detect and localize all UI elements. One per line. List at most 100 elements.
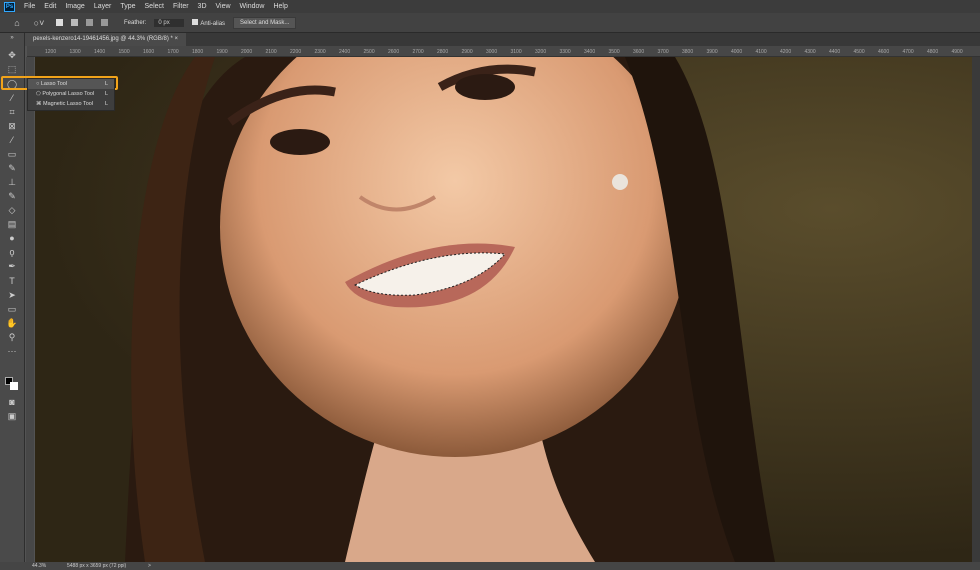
ruler-tick: 3900 [706, 49, 718, 55]
menu-layer[interactable]: Layer [94, 3, 112, 10]
ruler-tick: 3100 [510, 49, 522, 55]
ruler-tick: 2800 [437, 49, 449, 55]
ruler-tick: 2200 [290, 49, 302, 55]
intersect-selection-icon[interactable] [101, 19, 108, 26]
lasso-preset-icon[interactable]: ○˅ [30, 18, 48, 28]
ruler-tick: 4000 [731, 49, 743, 55]
flyout-label: Polygonal Lasso Tool [42, 91, 95, 97]
quick-mask-icon[interactable]: ◙ [6, 397, 18, 407]
hand-tool-icon[interactable]: ✋ [6, 318, 18, 328]
ruler-tick: 4900 [951, 49, 963, 55]
more-tools-icon[interactable]: ··· [6, 346, 18, 356]
flyout-magnetic-lasso-tool[interactable]: ⌘ Magnetic Lasso Tool L [28, 99, 114, 109]
ruler-tick: 3500 [608, 49, 620, 55]
tab-bar: pexels-kenzero14-19461456.jpg @ 44.3% (R… [0, 33, 980, 46]
healing-brush-icon[interactable]: ▭ [6, 149, 18, 159]
collapse-icon[interactable]: » [6, 33, 18, 43]
path-selection-icon[interactable]: ➤ [6, 290, 18, 300]
document-tab-label: pexels-kenzero14-19461456.jpg @ 44.3% (R… [33, 36, 173, 42]
ruler-tick: 3000 [486, 49, 498, 55]
menu-file[interactable]: File [24, 3, 35, 10]
flyout-label: Lasso Tool [40, 81, 68, 87]
portrait-photo [125, 57, 775, 562]
ruler-tick: 3200 [535, 49, 547, 55]
brush-tool-icon[interactable]: ✎ [6, 163, 18, 173]
marquee-tool-icon[interactable]: ⬚ [6, 64, 18, 74]
feather-input[interactable]: 0 px [154, 18, 185, 27]
subtract-selection-icon[interactable] [86, 19, 93, 26]
eraser-icon[interactable]: ◇ [6, 205, 18, 215]
pen-tool-icon[interactable]: ✒ [6, 261, 18, 271]
ruler-tick: 2500 [363, 49, 375, 55]
move-tool-icon[interactable]: ✥ [6, 50, 18, 60]
ruler-tick: 1800 [192, 49, 204, 55]
zoom-level[interactable]: 44.3% [32, 563, 46, 569]
magic-wand-icon[interactable]: ⁄ [6, 93, 18, 103]
ruler-tick: 4800 [927, 49, 939, 55]
options-bar: ⌂ ○˅ Feather: 0 px Anti-alias Select and… [0, 13, 980, 33]
rectangle-tool-icon[interactable]: ▭ [6, 304, 18, 314]
menu-filter[interactable]: Filter [173, 3, 189, 10]
ruler-tick: 4100 [755, 49, 767, 55]
antialias-checkbox[interactable]: Anti-alias [192, 18, 226, 27]
shortcut-key: L [104, 101, 108, 107]
eyedropper-icon[interactable]: ⁄ [6, 135, 18, 145]
ruler-tick: 4400 [829, 49, 841, 55]
menu-edit[interactable]: Edit [44, 3, 56, 10]
antialias-label: Anti-alias [200, 20, 226, 27]
close-tab-icon[interactable]: × [175, 36, 179, 42]
menu-type[interactable]: Type [120, 3, 135, 10]
ruler-tick: 1300 [69, 49, 81, 55]
image-canvas[interactable] [35, 57, 972, 562]
type-tool-icon[interactable]: T [6, 276, 18, 286]
ruler-tick: 2100 [265, 49, 277, 55]
flyout-label: Magnetic Lasso Tool [43, 101, 94, 107]
checkbox-icon [192, 18, 199, 25]
blur-icon[interactable]: ● [6, 233, 18, 243]
dodge-icon[interactable]: ϙ [6, 247, 18, 257]
zoom-tool-icon[interactable]: ⚲ [6, 332, 18, 342]
menu-3d[interactable]: 3D [198, 3, 207, 10]
add-selection-icon[interactable] [71, 19, 78, 26]
ruler-tick: 1400 [94, 49, 106, 55]
ruler-tick: 3300 [559, 49, 571, 55]
background-color-swatch[interactable] [10, 382, 18, 390]
history-brush-icon[interactable]: ✎ [6, 191, 18, 201]
vertical-scrollbar[interactable] [972, 57, 980, 562]
ruler-tick: 4600 [878, 49, 890, 55]
select-and-mask-button[interactable]: Select and Mask... [233, 16, 297, 29]
flyout-polygonal-lasso-tool[interactable]: ⬠ Polygonal Lasso Tool L [28, 89, 114, 99]
screen-mode-icon[interactable]: ▣ [6, 411, 18, 421]
menu-bar: Ps File Edit Image Layer Type Select Fil… [0, 0, 980, 13]
photoshop-logo: Ps [4, 1, 15, 12]
menu-window[interactable]: Window [240, 3, 265, 10]
magnetic-lasso-icon: ⌘ [36, 101, 44, 107]
feather-label: Feather: [124, 19, 147, 26]
crop-tool-icon[interactable]: ⌗ [6, 107, 18, 117]
gradient-icon[interactable]: ▤ [6, 219, 18, 229]
status-menu-arrow[interactable]: > [148, 563, 151, 569]
stamp-tool-icon[interactable]: ⊥ [6, 177, 18, 187]
ruler-tick: 3600 [633, 49, 645, 55]
horizontal-ruler: 1200 1300 1400 1500 1600 1700 1800 1900 2000 2100… [27, 46, 980, 57]
new-selection-icon[interactable] [56, 19, 63, 26]
menu-image[interactable]: Image [65, 3, 84, 10]
ruler-tick: 1600 [143, 49, 155, 55]
document-tab[interactable]: pexels-kenzero14-19461456.jpg @ 44.3% (R… [25, 33, 187, 46]
menu-view[interactable]: View [216, 3, 231, 10]
home-icon[interactable]: ⌂ [12, 18, 22, 28]
ruler-tick: 4700 [902, 49, 914, 55]
ruler-tick: 2700 [412, 49, 424, 55]
ruler-tick: 1900 [216, 49, 228, 55]
ruler-tick: 2000 [241, 49, 253, 55]
vertical-ruler [26, 57, 34, 562]
ruler-tick: 4300 [804, 49, 816, 55]
flyout-lasso-tool[interactable]: ○ Lasso Tool L [28, 79, 114, 89]
ruler-tick: 2600 [388, 49, 400, 55]
shortcut-key: L [104, 81, 108, 87]
ruler-tick: 3800 [682, 49, 694, 55]
menu-select[interactable]: Select [145, 3, 164, 10]
menu-help[interactable]: Help [273, 3, 287, 10]
frame-tool-icon[interactable]: ⊠ [6, 121, 18, 131]
shortcut-key: L [104, 91, 108, 97]
